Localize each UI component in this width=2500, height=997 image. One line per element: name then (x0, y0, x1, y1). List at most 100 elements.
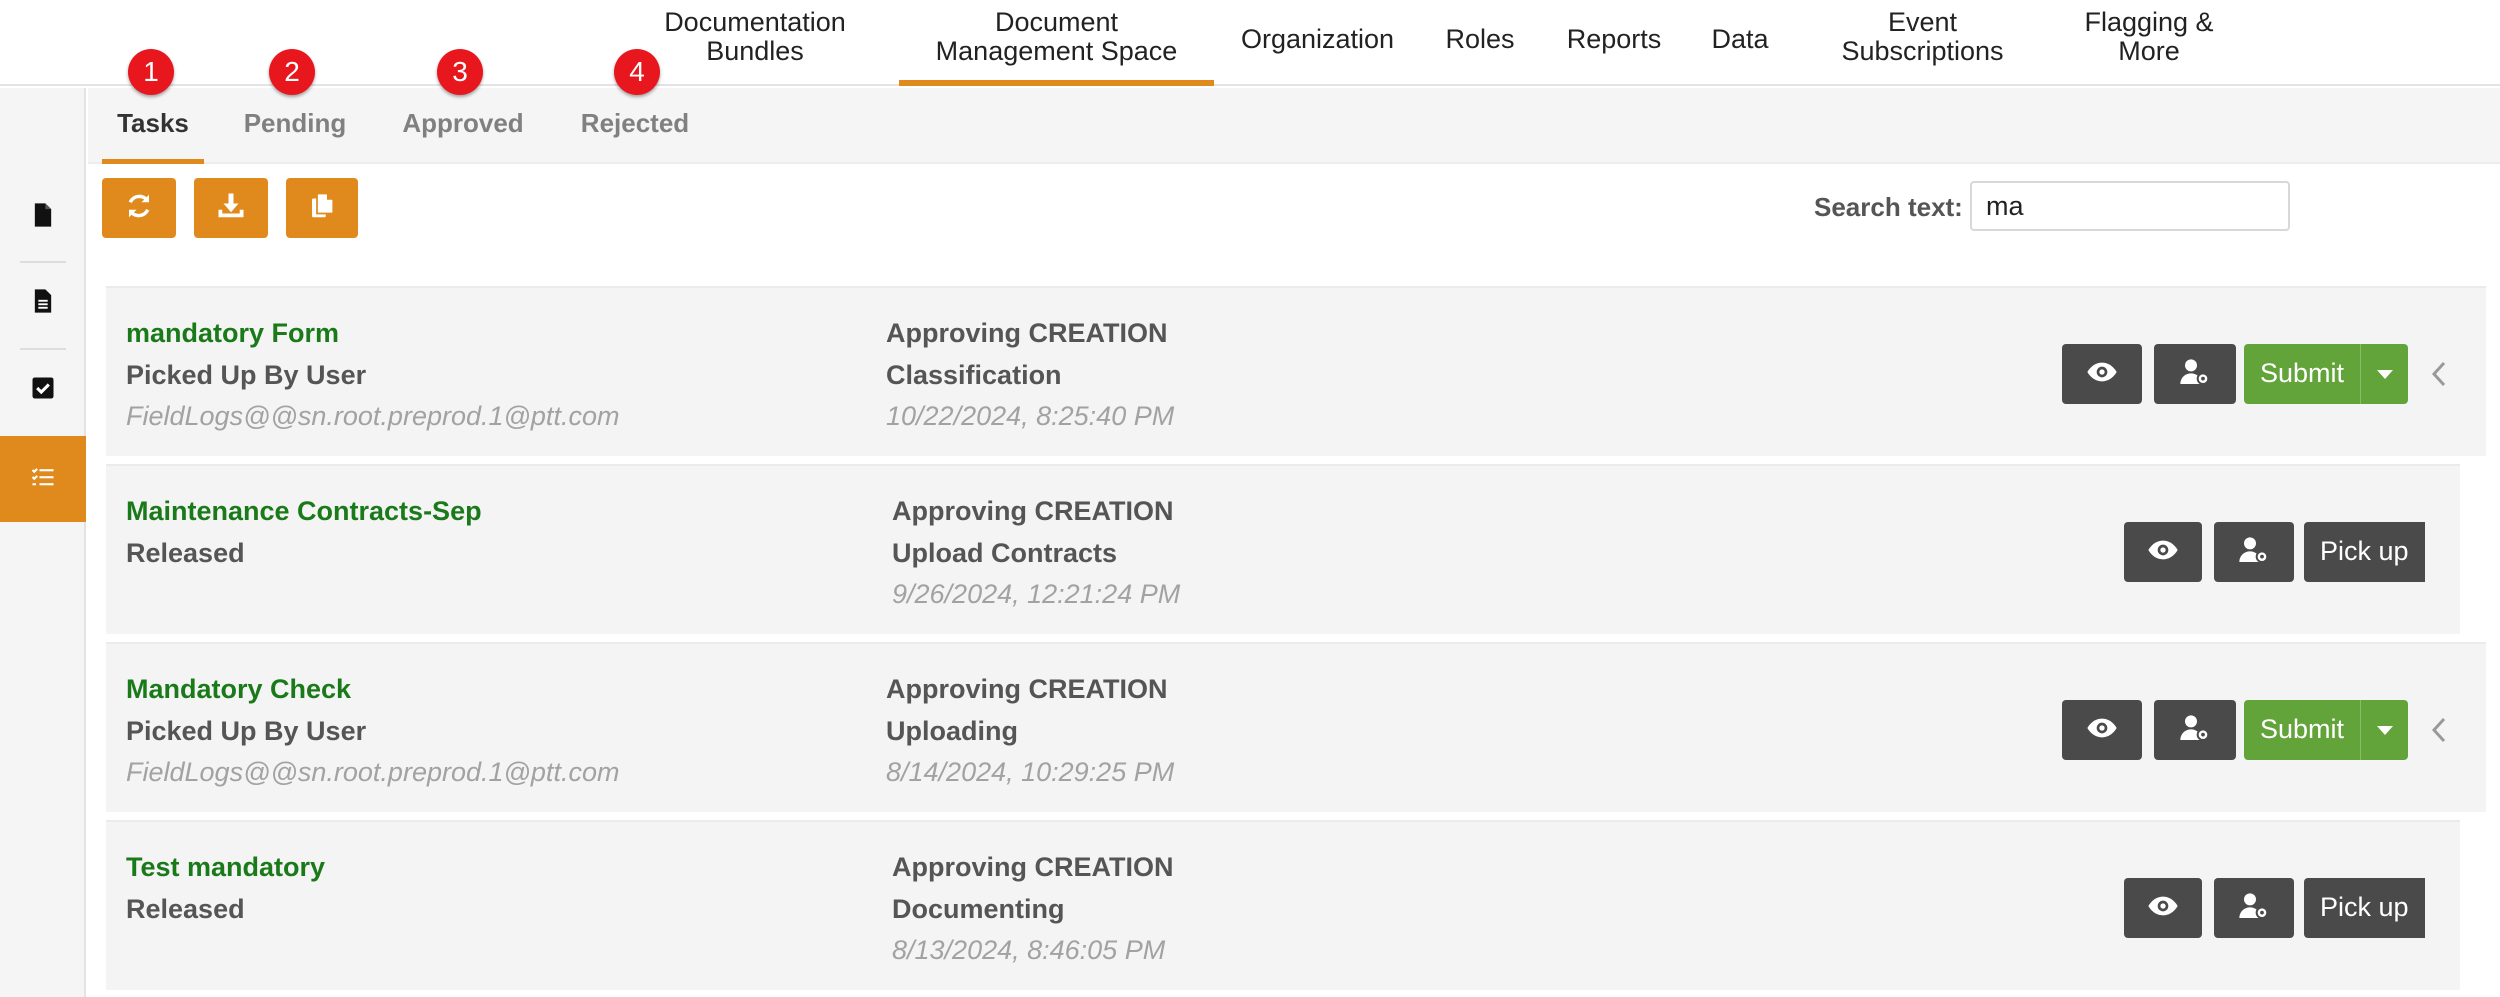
task-stage: Documenting (892, 894, 1065, 924)
eye-icon (2147, 890, 2179, 927)
sidebar-item-tasks[interactable] (0, 436, 86, 522)
caret-down-icon[interactable] (2360, 344, 2408, 404)
submit-label: Submit (2260, 714, 2345, 744)
task-approving: Approving CREATION (886, 674, 1168, 704)
task-card[interactable]: Test mandatory Released Approving CREATI… (106, 820, 2460, 990)
step-badge: 2 (269, 49, 315, 95)
submit-button[interactable]: Submit (2244, 700, 2408, 760)
task-status: Released (126, 894, 245, 924)
nav-label: Reports (1566, 24, 1662, 54)
eye-icon (2147, 534, 2179, 571)
nav-roles[interactable]: Roles (1432, 8, 1528, 86)
task-approving: Approving CREATION (892, 496, 1174, 526)
task-approving: Approving CREATION (886, 318, 1168, 348)
tab-label: Rejected (580, 108, 690, 138)
download-icon (216, 191, 246, 226)
task-date: 8/14/2024, 10:29:25 PM (886, 757, 1175, 787)
nav-label: Event Subscriptions (1841, 7, 2004, 66)
task-user: FieldLogs@@sn.root.preprod.1@ptt.com (126, 757, 620, 787)
copy-button[interactable] (286, 178, 358, 238)
task-date: 8/13/2024, 8:46:05 PM (892, 935, 1166, 965)
user-settings-icon (2179, 356, 2211, 393)
user-settings-icon (2238, 534, 2270, 571)
search-label: Search text: (1814, 192, 1963, 222)
task-card[interactable]: Mandatory Check Picked Up By User FieldL… (106, 642, 2486, 812)
sidebar-item-documents[interactable] (0, 174, 86, 260)
task-title[interactable]: Mandatory Check (126, 674, 351, 705)
nav-reports[interactable]: Reports (1554, 8, 1674, 86)
refresh-button[interactable] (102, 178, 176, 238)
caret-down-icon[interactable] (2360, 700, 2408, 760)
pick-up-button[interactable]: Pick up (2304, 878, 2425, 938)
chevron-left-icon[interactable] (2426, 714, 2452, 746)
nav-label: Data (1711, 24, 1769, 54)
step-badge: 1 (128, 49, 174, 95)
main-panel: Tasks Pending Approved Rejected 1 2 3 4 … (88, 49, 2500, 997)
nav-event-subscriptions[interactable]: Event Subscriptions (1815, 8, 2030, 86)
step-badge: 3 (437, 49, 483, 95)
task-title[interactable]: Test mandatory (126, 852, 325, 883)
download-button[interactable] (194, 178, 268, 238)
assign-user-button[interactable] (2214, 522, 2294, 582)
user-settings-icon (2238, 890, 2270, 927)
tab-pending[interactable]: Pending (242, 108, 348, 164)
top-navigation: Documentation Bundles Document Management … (0, 0, 2500, 86)
refresh-icon (124, 191, 154, 226)
task-status: Picked Up By User (126, 716, 367, 746)
tab-tasks[interactable]: Tasks (102, 108, 204, 164)
search-input[interactable] (1970, 181, 2290, 231)
document-icon (29, 201, 57, 234)
chevron-left-icon[interactable] (2426, 358, 2452, 390)
tab-label: Tasks (117, 108, 189, 138)
task-title[interactable]: mandatory Form (126, 318, 339, 349)
document-lines-icon (29, 287, 57, 320)
task-stage: Classification (886, 360, 1062, 390)
task-stage: Upload Contracts (892, 538, 1118, 568)
nav-flagging-and-more[interactable]: Flagging & More (2060, 8, 2238, 86)
assign-user-button[interactable] (2154, 344, 2236, 404)
nav-label: Flagging & More (2084, 7, 2214, 66)
assign-user-button[interactable] (2154, 700, 2236, 760)
submit-button[interactable]: Submit (2244, 344, 2408, 404)
task-card[interactable]: mandatory Form Picked Up By User FieldLo… (106, 286, 2486, 456)
checkbox-icon (29, 374, 57, 407)
view-button[interactable] (2124, 522, 2202, 582)
tab-approved[interactable]: Approved (400, 108, 526, 164)
sidebar-item-document-lines[interactable] (0, 260, 86, 346)
pick-up-button[interactable]: Pick up (2304, 522, 2425, 582)
view-button[interactable] (2062, 700, 2142, 760)
nav-documentation-bundles[interactable]: Documentation Bundles (640, 8, 870, 86)
assign-user-button[interactable] (2214, 878, 2294, 938)
task-date: 9/26/2024, 12:21:24 PM (892, 579, 1181, 609)
eye-icon (2086, 356, 2118, 393)
task-card[interactable]: Maintenance Contracts-Sep Released Appro… (106, 464, 2460, 634)
nav-label: Document Management Space (935, 7, 1178, 66)
task-user: FieldLogs@@sn.root.preprod.1@ptt.com (126, 401, 620, 431)
submit-label: Submit (2260, 358, 2345, 388)
nav-document-management-space[interactable]: Document Management Space (899, 8, 1214, 86)
nav-organization[interactable]: Organization (1230, 8, 1405, 86)
task-list-icon (29, 463, 57, 496)
nav-data[interactable]: Data (1700, 8, 1780, 86)
task-status: Released (126, 538, 245, 568)
nav-label: Organization (1240, 24, 1395, 54)
nav-label: Documentation Bundles (664, 7, 846, 66)
view-button[interactable] (2124, 878, 2202, 938)
view-button[interactable] (2062, 344, 2142, 404)
task-stage: Uploading (886, 716, 1018, 746)
nav-label: Roles (1445, 24, 1515, 54)
copy-icon (307, 191, 337, 226)
task-approving: Approving CREATION (892, 852, 1174, 882)
eye-icon (2086, 712, 2118, 749)
tabs-bar: Tasks Pending Approved Rejected (88, 88, 2500, 164)
tab-label: Approved (402, 108, 524, 138)
left-sidebar (0, 88, 86, 997)
task-date: 10/22/2024, 8:25:40 PM (886, 401, 1175, 431)
task-status: Picked Up By User (126, 360, 367, 390)
sidebar-item-checklist[interactable] (0, 347, 86, 433)
task-title[interactable]: Maintenance Contracts-Sep (126, 496, 482, 527)
user-settings-icon (2179, 712, 2211, 749)
tab-rejected[interactable]: Rejected (578, 108, 692, 164)
tab-label: Pending (243, 108, 347, 138)
step-badge: 4 (614, 49, 660, 95)
